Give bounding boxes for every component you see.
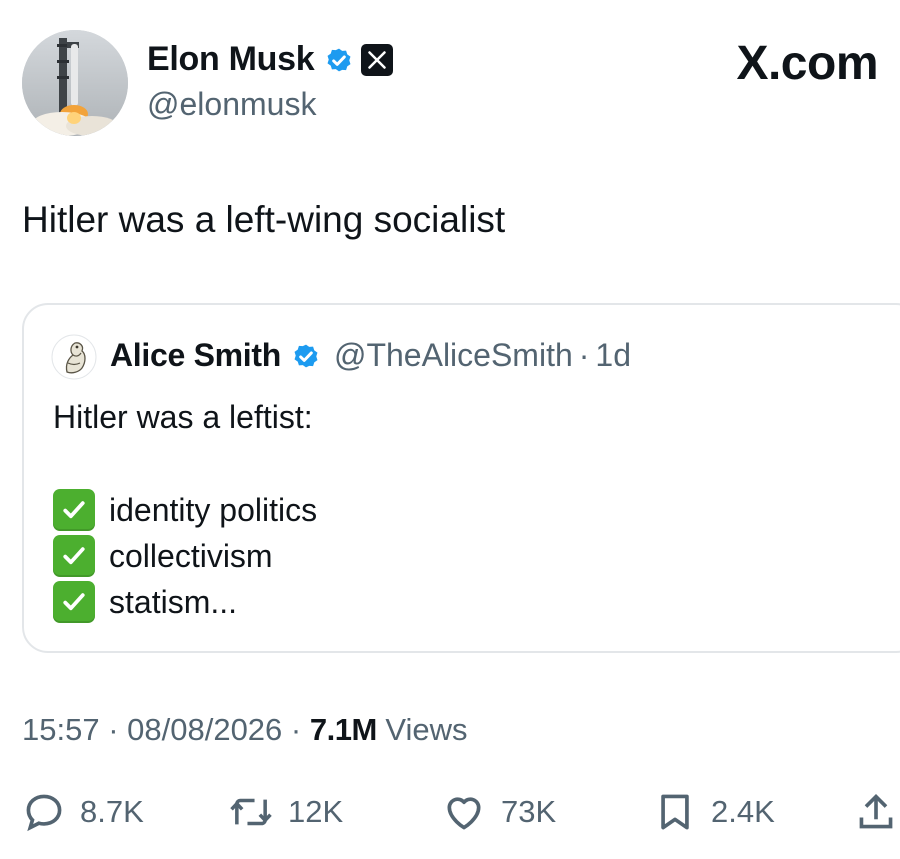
- bookmark-button[interactable]: 2.4K: [653, 790, 775, 834]
- views-label: Views: [376, 712, 468, 747]
- repost-count: 12K: [288, 794, 344, 829]
- like-button[interactable]: 73K: [441, 790, 556, 834]
- repost-button[interactable]: 12K: [228, 790, 343, 834]
- bookmark-icon: [661, 794, 689, 830]
- repost-icon: [230, 798, 272, 826]
- quote-author-handle[interactable]: @TheAliceSmith: [334, 337, 573, 374]
- checklist-item-label: identity politics: [109, 491, 318, 528]
- quote-timestamp[interactable]: 1d: [595, 337, 631, 374]
- check-mark-icon: [53, 489, 95, 531]
- brand-label: X.com: [736, 37, 878, 90]
- meta-separator: ·: [99, 712, 128, 747]
- author-avatar[interactable]: [22, 30, 128, 136]
- quote-separator: ·: [578, 337, 590, 373]
- tweet-time[interactable]: 15:57: [22, 712, 100, 747]
- x-logo-icon: [361, 43, 394, 76]
- like-count: 73K: [501, 794, 557, 829]
- author-handle[interactable]: @elonmusk: [147, 86, 316, 123]
- check-mark-icon: [53, 581, 95, 623]
- checklist-item-label: statism...: [109, 583, 238, 620]
- reply-icon: [26, 794, 62, 832]
- checklist-item: statism...: [53, 581, 237, 623]
- checklist-item-label: collectivism: [109, 537, 273, 574]
- author-display-name[interactable]: Elon Musk: [147, 40, 315, 79]
- author-name-row: Elon Musk: [147, 40, 394, 79]
- check-mark-icon: [53, 535, 95, 577]
- checklist-item: identity politics: [53, 489, 317, 531]
- tweet-meta: 15:57 · 08/08/2026 · 7.1M Views: [22, 712, 468, 748]
- views-count[interactable]: 7.1M: [310, 712, 377, 747]
- verified-badge-icon[interactable]: [290, 340, 322, 372]
- reply-button[interactable]: 8.7K: [22, 790, 144, 834]
- checklist-item: collectivism: [53, 535, 273, 577]
- bookmark-count: 2.4K: [711, 794, 775, 829]
- share-button[interactable]: [856, 790, 900, 834]
- heart-icon: [447, 797, 481, 830]
- quote-text-line: Hitler was a leftist:: [53, 399, 313, 435]
- share-icon: [859, 793, 893, 829]
- quote-author-avatar[interactable]: [51, 334, 97, 380]
- meta-separator: ·: [282, 712, 310, 747]
- verified-badge-icon[interactable]: [323, 44, 355, 76]
- tweet-date[interactable]: 08/08/2026: [127, 712, 282, 747]
- reply-count: 8.7K: [80, 794, 144, 829]
- tweet-text: Hitler was a left-wing socialist: [22, 199, 506, 240]
- quote-author-name[interactable]: Alice Smith: [110, 337, 281, 374]
- quote-header: Alice Smith @TheAliceSmith · 1d: [110, 337, 631, 374]
